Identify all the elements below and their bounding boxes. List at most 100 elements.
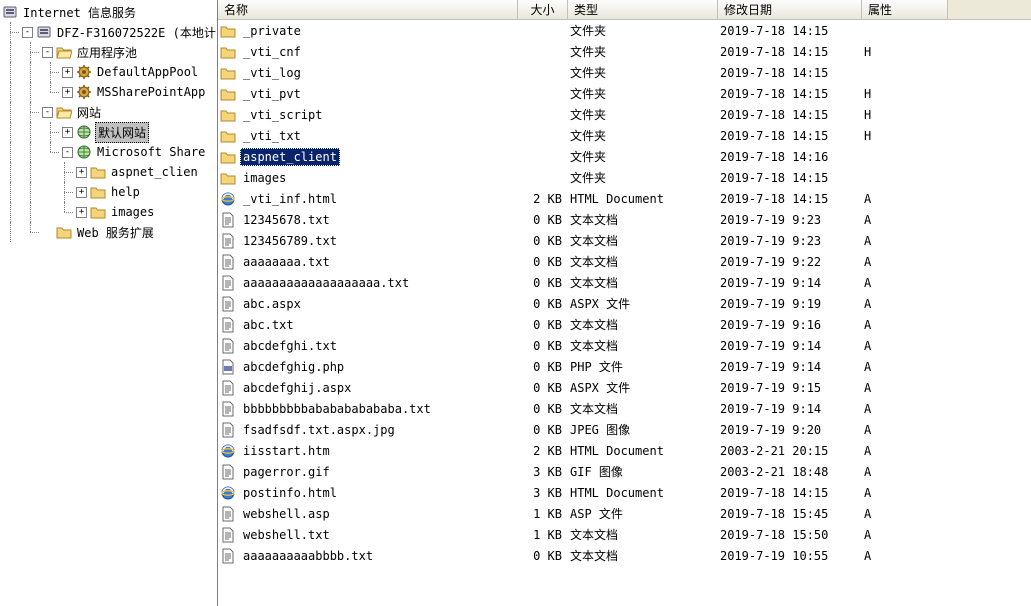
tree-default-app-pool-label: DefaultAppPool bbox=[95, 64, 200, 80]
list-row[interactable]: _vti_cnf文件夹2019-7-18 14:15H bbox=[218, 41, 1031, 62]
list-row[interactable]: postinfo.html3 KBHTML Document2019-7-18 … bbox=[218, 482, 1031, 503]
file-name: images bbox=[240, 169, 289, 187]
file-size: 0 KB bbox=[520, 339, 570, 353]
file-type: 文本文档 bbox=[570, 316, 720, 333]
file-date: 2019-7-18 15:45 bbox=[720, 507, 864, 521]
list-row[interactable]: _private文件夹2019-7-18 14:15 bbox=[218, 20, 1031, 41]
header-size[interactable]: 大小 bbox=[518, 0, 568, 19]
header-date-label: 修改日期 bbox=[724, 1, 772, 18]
file-attr: H bbox=[864, 45, 950, 59]
tree-microsoft-share[interactable]: - Microsoft Share bbox=[2, 142, 217, 162]
file-date: 2019-7-19 9:14 bbox=[720, 402, 864, 416]
tree-sites[interactable]: - 网站 bbox=[2, 102, 217, 122]
text-file-icon bbox=[220, 401, 236, 417]
list-row[interactable]: 123456789.txt0 KB文本文档2019-7-19 9:23A bbox=[218, 230, 1031, 251]
list-row[interactable]: _vti_pvt文件夹2019-7-18 14:15H bbox=[218, 83, 1031, 104]
folder-open-icon bbox=[56, 104, 72, 120]
expand-icon[interactable]: + bbox=[76, 207, 87, 218]
tree-web-ext[interactable]: Web 服务扩展 bbox=[2, 222, 217, 242]
file-date: 2019-7-19 9:20 bbox=[720, 423, 864, 437]
expand-icon[interactable]: + bbox=[62, 67, 73, 78]
file-type: GIF 图像 bbox=[570, 463, 720, 480]
file-type: 文本文档 bbox=[570, 232, 720, 249]
file-name: bbbbbbbbbababababababa.txt bbox=[240, 400, 434, 418]
tree-mssharepoint[interactable]: + MSSharePointApp bbox=[2, 82, 217, 102]
expand-icon[interactable]: + bbox=[76, 167, 87, 178]
list-row[interactable]: abc.txt0 KB文本文档2019-7-19 9:16A bbox=[218, 314, 1031, 335]
list-row[interactable]: images文件夹2019-7-18 14:15 bbox=[218, 167, 1031, 188]
file-type: 文本文档 bbox=[570, 274, 720, 291]
file-date: 2019-7-19 9:14 bbox=[720, 276, 864, 290]
file-size: 0 KB bbox=[520, 276, 570, 290]
header-date[interactable]: 修改日期 bbox=[718, 0, 862, 19]
list-row[interactable]: fsadfsdf.txt.aspx.jpg0 KBJPEG 图像2019-7-1… bbox=[218, 419, 1031, 440]
list-row[interactable]: aaaaaaaaaabbbb.txt0 KB文本文档2019-7-19 10:5… bbox=[218, 545, 1031, 566]
folder-icon bbox=[220, 170, 236, 186]
tree-server[interactable]: - DFZ-F316072522E (本地计 bbox=[2, 22, 217, 42]
text-file-icon bbox=[220, 527, 236, 543]
file-name: _vti_inf.html bbox=[240, 190, 340, 208]
tree-help[interactable]: + help bbox=[2, 182, 217, 202]
list-row[interactable]: aaaaaaaaaaaaaaaaaaa.txt0 KB文本文档2019-7-19… bbox=[218, 272, 1031, 293]
folder-icon bbox=[90, 164, 106, 180]
list-row[interactable]: abc.aspx0 KBASPX 文件2019-7-19 9:19A bbox=[218, 293, 1031, 314]
list-row[interactable]: _vti_inf.html2 KBHTML Document2019-7-18 … bbox=[218, 188, 1031, 209]
header-attr-label: 属性 bbox=[868, 1, 892, 18]
ie-icon bbox=[220, 485, 236, 501]
text-file-icon bbox=[220, 254, 236, 270]
header-name[interactable]: 名称 bbox=[218, 0, 518, 19]
tree-images[interactable]: + images bbox=[2, 202, 217, 222]
file-name: webshell.txt bbox=[240, 526, 333, 544]
file-name: _private bbox=[240, 22, 304, 40]
file-attr: A bbox=[864, 234, 950, 248]
tree-app-pools[interactable]: - 应用程序池 bbox=[2, 42, 217, 62]
list-row[interactable]: 12345678.txt0 KB文本文档2019-7-19 9:23A bbox=[218, 209, 1031, 230]
tree-root[interactable]: Internet 信息服务 bbox=[2, 2, 217, 22]
file-type: ASP 文件 bbox=[570, 505, 720, 522]
list-row[interactable]: _vti_log文件夹2019-7-18 14:15 bbox=[218, 62, 1031, 83]
expand-icon[interactable]: + bbox=[62, 127, 73, 138]
collapse-icon[interactable]: - bbox=[22, 27, 33, 38]
list-row[interactable]: _vti_script文件夹2019-7-18 14:15H bbox=[218, 104, 1031, 125]
list-row[interactable]: _vti_txt文件夹2019-7-18 14:15H bbox=[218, 125, 1031, 146]
list-row[interactable]: abcdefghij.aspx0 KBASPX 文件2019-7-19 9:15… bbox=[218, 377, 1031, 398]
file-name: _vti_cnf bbox=[240, 43, 304, 61]
text-file-icon bbox=[220, 296, 236, 312]
list-row[interactable]: abcdefghig.php0 KBPHP 文件2019-7-19 9:14A bbox=[218, 356, 1031, 377]
collapse-icon[interactable]: - bbox=[42, 107, 53, 118]
file-size: 2 KB bbox=[520, 444, 570, 458]
file-size: 0 KB bbox=[520, 318, 570, 332]
list-row[interactable]: abcdefghi.txt0 KB文本文档2019-7-19 9:14A bbox=[218, 335, 1031, 356]
globe-icon bbox=[76, 124, 92, 140]
file-date: 2019-7-18 14:15 bbox=[720, 108, 864, 122]
file-size: 0 KB bbox=[520, 423, 570, 437]
list-body[interactable]: _private文件夹2019-7-18 14:15_vti_cnf文件夹201… bbox=[218, 20, 1031, 606]
file-attr: A bbox=[864, 255, 950, 269]
expand-icon[interactable]: + bbox=[76, 187, 87, 198]
file-attr: A bbox=[864, 381, 950, 395]
tree-default-site[interactable]: + 默认网站 bbox=[2, 122, 217, 142]
list-row[interactable]: webshell.txt1 KB文本文档2019-7-18 15:50A bbox=[218, 524, 1031, 545]
list-row[interactable]: webshell.asp1 KBASP 文件2019-7-18 15:45A bbox=[218, 503, 1031, 524]
tree-root-label: Internet 信息服务 bbox=[21, 3, 138, 22]
file-attr: H bbox=[864, 87, 950, 101]
file-size: 0 KB bbox=[520, 297, 570, 311]
expand-icon[interactable]: + bbox=[62, 87, 73, 98]
file-name: abc.aspx bbox=[240, 295, 304, 313]
header-type[interactable]: 类型 bbox=[568, 0, 718, 19]
collapse-icon[interactable]: - bbox=[42, 47, 53, 58]
list-row[interactable]: bbbbbbbbbababababababa.txt0 KB文本文档2019-7… bbox=[218, 398, 1031, 419]
collapse-icon[interactable]: - bbox=[62, 147, 73, 158]
text-file-icon bbox=[220, 317, 236, 333]
list-row[interactable]: aspnet_client文件夹2019-7-18 14:16 bbox=[218, 146, 1031, 167]
file-name: _vti_pvt bbox=[240, 85, 304, 103]
tree-default-app-pool[interactable]: + DefaultAppPool bbox=[2, 62, 217, 82]
file-size: 1 KB bbox=[520, 507, 570, 521]
folder-icon bbox=[220, 86, 236, 102]
tree-aspnet-client[interactable]: + aspnet_clien bbox=[2, 162, 217, 182]
list-row[interactable]: pagerror.gif3 KBGIF 图像2003-2-21 18:48A bbox=[218, 461, 1031, 482]
list-row[interactable]: aaaaaaaa.txt0 KB文本文档2019-7-19 9:22A bbox=[218, 251, 1031, 272]
list-row[interactable]: iisstart.htm2 KBHTML Document2003-2-21 2… bbox=[218, 440, 1031, 461]
header-attr[interactable]: 属性 bbox=[862, 0, 948, 19]
file-name: abcdefghi.txt bbox=[240, 337, 340, 355]
